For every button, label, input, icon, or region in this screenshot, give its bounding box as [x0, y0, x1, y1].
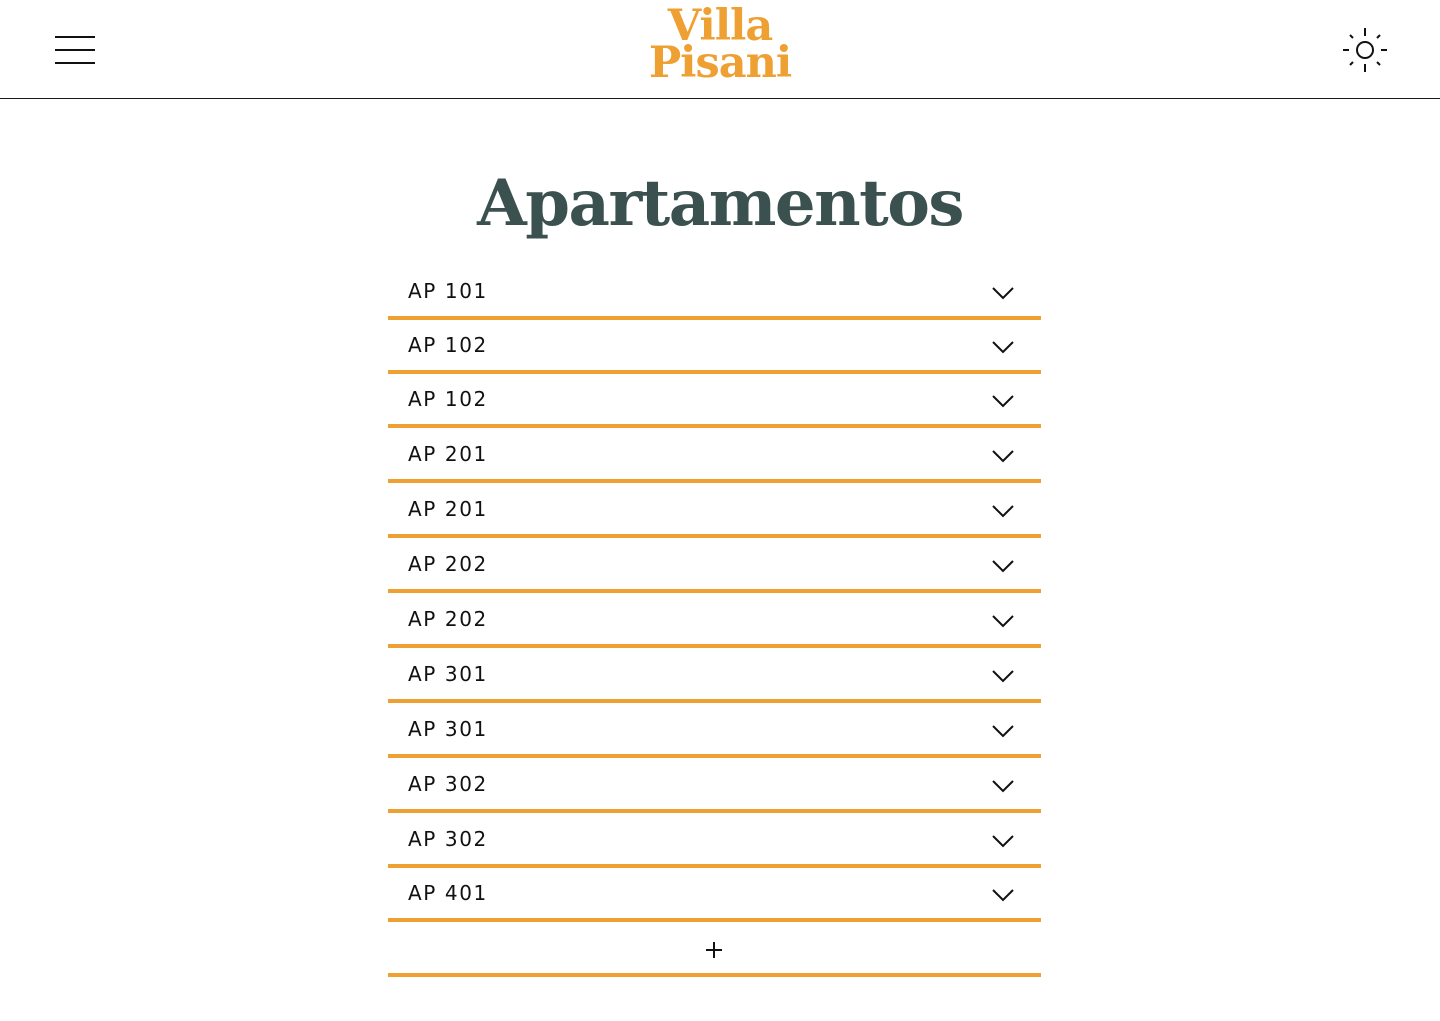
accordion-item-label: AP 201 — [408, 497, 488, 521]
chevron-down-icon — [992, 450, 1014, 463]
accordion-item-ap-202[interactable]: AP 202 — [388, 538, 1041, 593]
accordion-item-label: AP 302 — [408, 827, 488, 851]
accordion-item-ap-101[interactable]: AP 101 — [388, 266, 1041, 320]
chevron-down-icon — [992, 287, 1014, 300]
accordion-item-ap-302[interactable]: AP 302 — [388, 813, 1041, 868]
accordion-item-label: AP 202 — [408, 607, 488, 631]
accordion-item-label: AP 301 — [408, 717, 488, 741]
hamburger-menu-icon[interactable] — [55, 34, 95, 66]
accordion-item-ap-102[interactable]: AP 102 — [388, 320, 1041, 374]
chevron-down-icon — [992, 505, 1014, 518]
chevron-down-icon — [992, 560, 1014, 573]
accordion-item-ap-301[interactable]: AP 301 — [388, 648, 1041, 703]
chevron-down-icon — [992, 670, 1014, 683]
accordion-item-label: AP 102 — [408, 387, 488, 411]
accordion-item-ap-102[interactable]: AP 102 — [388, 374, 1041, 428]
accordion-item-ap-301[interactable]: AP 301 — [388, 703, 1041, 758]
logo[interactable]: Villa Pisani — [620, 5, 820, 88]
accordion-item-ap-302[interactable]: AP 302 — [388, 758, 1041, 813]
plus-icon — [706, 942, 722, 958]
logo-line-pisani: Pisani — [648, 38, 792, 88]
accordion-item-label: AP 302 — [408, 772, 488, 796]
accordion-item-label: AP 301 — [408, 662, 488, 686]
site-header: Villa Pisani — [0, 0, 1440, 99]
accordion-item-label: AP 201 — [408, 442, 488, 466]
chevron-down-icon — [992, 835, 1014, 848]
chevron-down-icon — [992, 615, 1014, 628]
chevron-down-icon — [992, 341, 1014, 354]
accordion-item-ap-201[interactable]: AP 201 — [388, 483, 1041, 538]
sun-icon[interactable] — [1341, 26, 1389, 74]
accordion-item-ap-401[interactable]: AP 401 — [388, 868, 1041, 922]
page-title: Apartamentos — [477, 166, 964, 241]
accordion-item-label: AP 202 — [408, 552, 488, 576]
accordion-item-ap-202[interactable]: AP 202 — [388, 593, 1041, 648]
accordion-item-ap-201[interactable]: AP 201 — [388, 428, 1041, 483]
accordion-item-label: AP 101 — [408, 279, 488, 303]
apartments-accordion: AP 101 AP 102 AP 102 AP 201 AP 201 AP 20… — [388, 266, 1041, 977]
accordion-item-label: AP 102 — [408, 333, 488, 357]
chevron-down-icon — [992, 725, 1014, 738]
add-apartment-button[interactable] — [388, 922, 1041, 977]
chevron-down-icon — [992, 780, 1014, 793]
chevron-down-icon — [992, 395, 1014, 408]
accordion-item-label: AP 401 — [408, 881, 488, 905]
chevron-down-icon — [992, 889, 1014, 902]
